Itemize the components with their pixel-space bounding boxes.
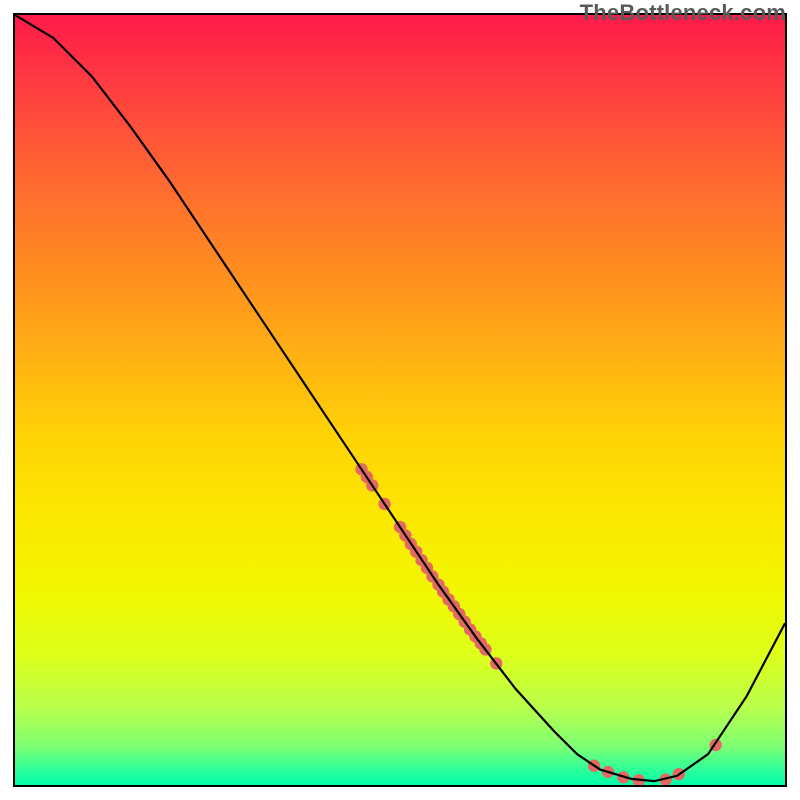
chart-container: TheBottleneck.com xyxy=(0,0,800,800)
chart-svg xyxy=(15,15,785,785)
highlight-dots xyxy=(355,463,722,785)
plot-area xyxy=(13,13,787,787)
attribution-label: TheBottleneck.com xyxy=(580,0,786,26)
curve-line xyxy=(15,15,785,781)
